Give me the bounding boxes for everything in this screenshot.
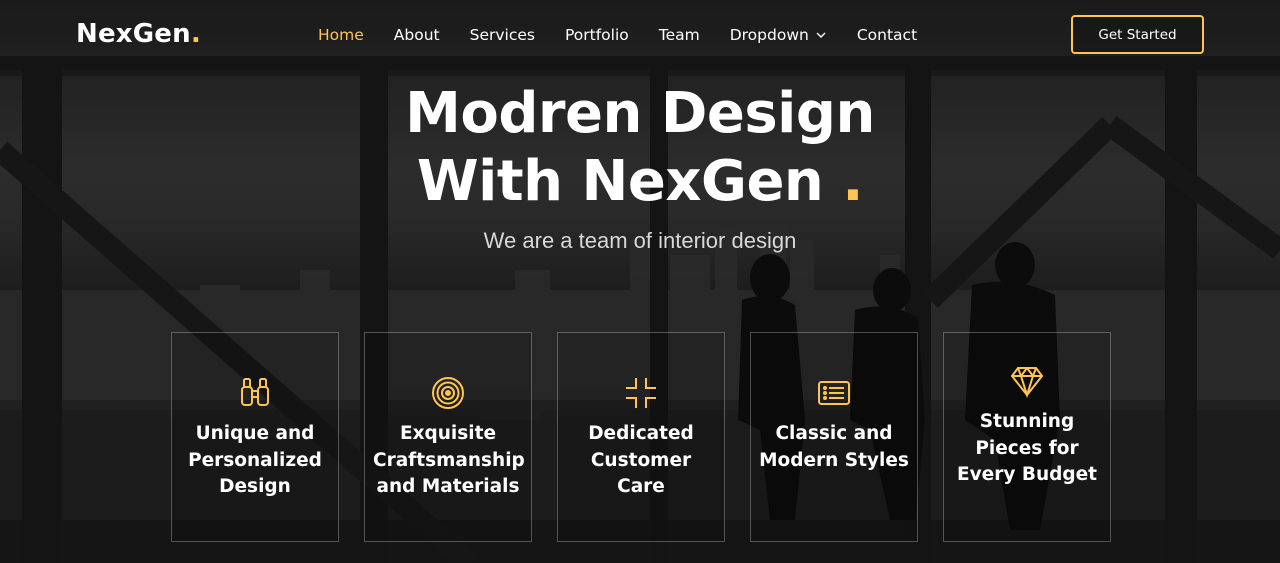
- fullscreen-exit-icon: [626, 378, 656, 408]
- nav-item-services[interactable]: Services: [470, 26, 535, 44]
- feature-box[interactable]: Dedicated Customer Care: [557, 332, 725, 542]
- feature-box[interactable]: Classic and Modern Styles: [750, 332, 918, 542]
- main-nav: Home About Services Portfolio Team Dropd…: [318, 26, 947, 44]
- binoculars-icon: [241, 378, 269, 406]
- get-started-button[interactable]: Get Started: [1071, 15, 1204, 54]
- gem-icon: [1010, 367, 1044, 399]
- hero-section: NexGen. Home About Services Portfolio Te…: [0, 0, 1280, 563]
- feature-label: Classic and Modern Styles: [759, 423, 909, 471]
- nav-item-portfolio[interactable]: Portfolio: [565, 26, 629, 44]
- hero-title-line2: With NexGen .: [416, 149, 864, 214]
- feature-box[interactable]: Stunning Pieces for Every Budget: [943, 332, 1111, 542]
- card-list-icon: [818, 381, 850, 405]
- site-header: NexGen. Home About Services Portfolio Te…: [0, 0, 1280, 72]
- feature-list: Unique and Personalized Design Exquisite…: [171, 332, 1111, 542]
- nav-item-home[interactable]: Home: [318, 26, 364, 44]
- nav-item-dropdown[interactable]: Dropdown: [730, 26, 827, 44]
- hero-subtitle: We are a team of interior design: [483, 228, 797, 253]
- chevron-down-icon: [816, 32, 826, 38]
- nav-item-team[interactable]: Team: [659, 26, 700, 44]
- nav-item-contact[interactable]: Contact: [857, 26, 917, 44]
- logo-dot: .: [190, 19, 201, 49]
- nav-item-about[interactable]: About: [394, 26, 440, 44]
- feature-label: Unique and Personalized Design: [188, 423, 322, 497]
- feature-label: Exquisite Craftsmanship and Materials: [373, 423, 525, 497]
- brand-logo[interactable]: NexGen.: [76, 19, 201, 49]
- feature-box[interactable]: Exquisite Craftsmanship and Materials: [364, 332, 532, 542]
- bullseye-icon: [432, 377, 464, 409]
- hero-title-dot: .: [842, 149, 864, 214]
- feature-box[interactable]: Unique and Personalized Design: [171, 332, 339, 542]
- hero-title: Modren Design With NexGen .: [0, 80, 1280, 216]
- feature-label: Dedicated Customer Care: [588, 423, 694, 497]
- feature-label: Stunning Pieces for Every Budget: [956, 411, 1097, 485]
- hero-title-line1: Modren Design: [405, 81, 875, 146]
